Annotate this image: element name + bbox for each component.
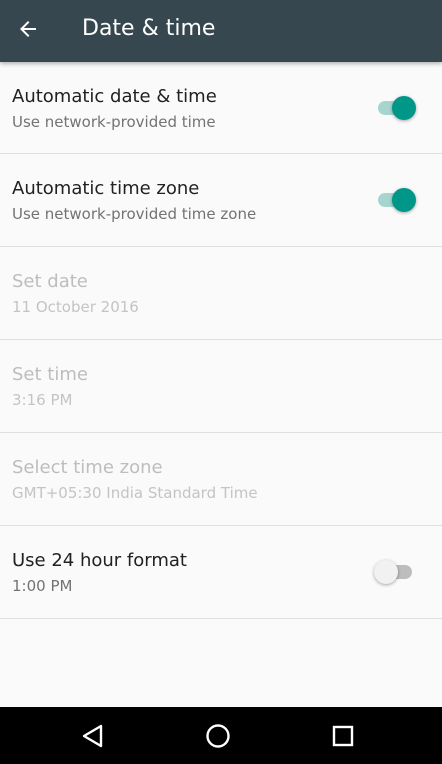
nav-back-icon: [82, 724, 103, 747]
settings-list: Automatic date & time Use network-provid…: [0, 62, 442, 619]
app-bar: Date & time: [0, 0, 442, 62]
automatic-date-time-switch[interactable]: [378, 96, 416, 120]
setting-use-24-hour-format[interactable]: Use 24 hour format 1:00 PM: [0, 526, 442, 619]
setting-title: Select time zone: [12, 457, 163, 478]
setting-summary: GMT+05:30 India Standard Time: [12, 484, 258, 502]
setting-summary: 11 October 2016: [12, 298, 139, 316]
use-24-hour-format-switch[interactable]: [374, 560, 412, 584]
setting-title: Automatic time zone: [12, 178, 200, 199]
nav-back-button[interactable]: [63, 707, 123, 764]
page-title: Date & time: [82, 16, 216, 41]
nav-home-button[interactable]: [188, 707, 248, 764]
automatic-time-zone-switch[interactable]: [378, 188, 416, 212]
nav-home-icon: [206, 723, 230, 748]
setting-title: Use 24 hour format: [12, 550, 187, 571]
setting-automatic-time-zone[interactable]: Automatic time zone Use network-provided…: [0, 154, 442, 247]
setting-select-time-zone: Select time zone GMT+05:30 India Standar…: [0, 433, 442, 526]
setting-automatic-date-time[interactable]: Automatic date & time Use network-provid…: [0, 62, 442, 154]
setting-summary: Use network-provided time zone: [12, 205, 257, 223]
system-navigation-bar: [0, 707, 442, 764]
switch-thumb: [392, 188, 416, 212]
setting-set-time: Set time 3:16 PM: [0, 340, 442, 433]
setting-title: Automatic date & time: [12, 86, 217, 107]
setting-summary: 1:00 PM: [12, 577, 73, 595]
setting-summary: 3:16 PM: [12, 391, 73, 409]
setting-set-date: Set date 11 October 2016: [0, 247, 442, 340]
switch-thumb: [374, 560, 398, 584]
arrow-back-icon: [20, 21, 36, 37]
switch-thumb: [392, 96, 416, 120]
setting-title: Set date: [12, 271, 88, 292]
setting-summary: Use network-provided time: [12, 113, 216, 131]
back-button[interactable]: [6, 7, 50, 51]
nav-recents-button[interactable]: [313, 707, 373, 764]
nav-recents-icon: [332, 725, 354, 746]
setting-title: Set time: [12, 364, 88, 385]
